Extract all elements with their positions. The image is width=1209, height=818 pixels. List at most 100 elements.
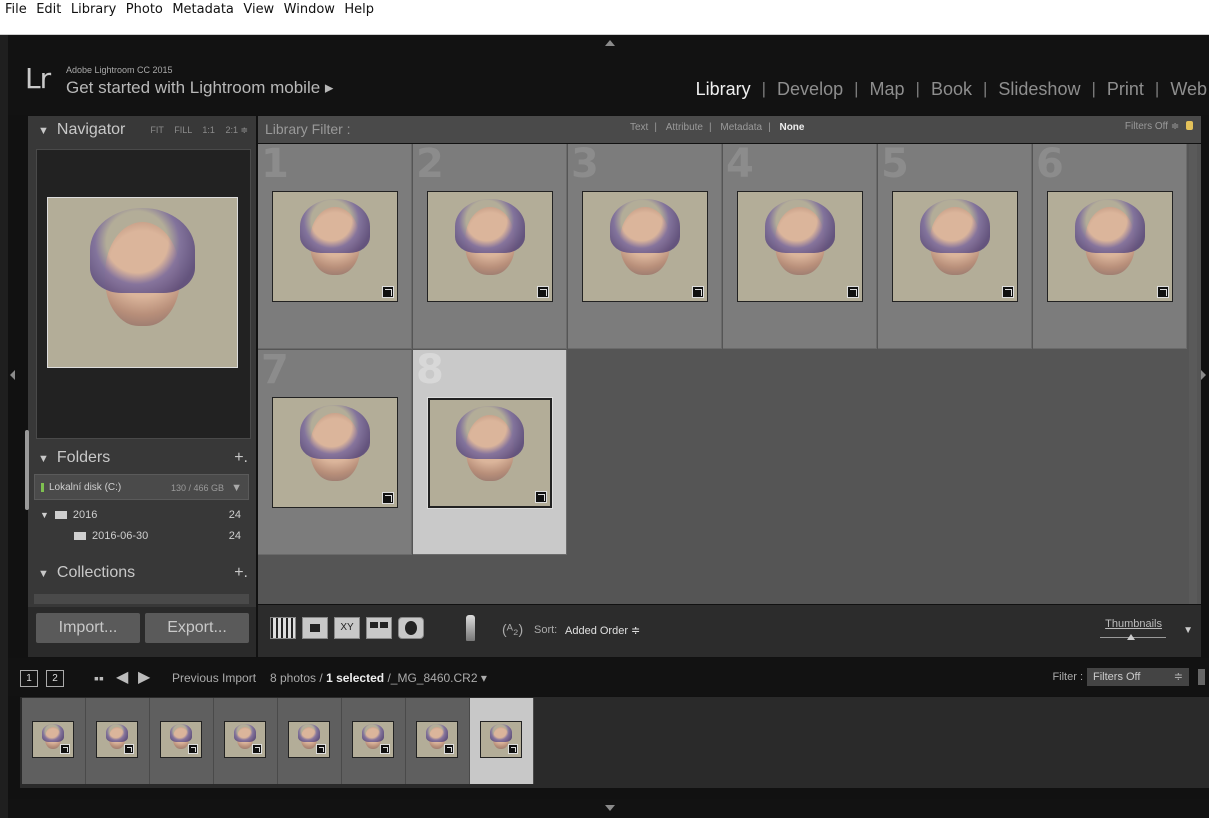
toolbar-content-dropdown-icon[interactable]: ▼ [1183, 625, 1193, 636]
collapse-filmstrip-icon[interactable] [605, 805, 615, 811]
filter-attribute[interactable]: Attribute [666, 122, 703, 133]
edited-badge-icon[interactable] [382, 492, 394, 504]
sort-direction-icon[interactable]: (ᴬ₂) [502, 621, 523, 637]
collapse-right-panel-icon[interactable] [1201, 370, 1206, 380]
menu-metadata[interactable]: Metadata [172, 0, 234, 20]
filter-metadata[interactable]: Metadata [720, 122, 762, 133]
import-export-bar: Import... Export... [28, 607, 256, 657]
loupe-view-icon[interactable] [302, 617, 328, 639]
grid-cell[interactable]: 1 [258, 141, 412, 349]
volume-dropdown-icon[interactable]: ▼ [231, 475, 242, 501]
edited-badge-icon[interactable] [1002, 286, 1014, 298]
filmstrip-thumb[interactable] [342, 698, 406, 784]
thumbnail[interactable] [272, 191, 398, 302]
compare-view-icon[interactable]: XY [334, 617, 360, 639]
left-panel-scrollbar[interactable] [25, 430, 29, 510]
module-web[interactable]: Web [1159, 79, 1209, 100]
folders-header[interactable]: ▼ Folders +. [28, 444, 256, 472]
filter-presets-dropdown[interactable]: Filters Off ≑ [1125, 121, 1193, 132]
edited-badge-icon[interactable] [847, 286, 859, 298]
folder-row[interactable]: 2016-06-30 24 [34, 526, 249, 546]
filmstrip-thumb[interactable] [278, 698, 342, 784]
filter-text[interactable]: Text [630, 122, 648, 133]
disclosure-triangle-icon: ▼ [38, 568, 49, 580]
lock-icon[interactable] [1186, 121, 1193, 130]
module-map[interactable]: Map [859, 79, 916, 100]
menu-library[interactable]: Library [71, 0, 116, 20]
grid-scrollbar[interactable] [1189, 144, 1197, 604]
navigator-preview[interactable] [36, 149, 251, 439]
add-collection-icon[interactable]: +. [234, 559, 248, 587]
zoom-fill[interactable]: FILL [174, 125, 192, 135]
thumbnail[interactable] [737, 191, 863, 302]
module-slideshow[interactable]: Slideshow [987, 79, 1091, 100]
thumbnail[interactable] [892, 191, 1018, 302]
menu-view[interactable]: View [243, 0, 274, 20]
forward-arrow-icon[interactable]: ▶ [138, 667, 150, 687]
collapse-left-panel-icon[interactable] [10, 370, 15, 380]
grid-cell[interactable]: 2 [413, 141, 567, 349]
grid-cell[interactable]: 7 [258, 347, 412, 555]
photo-count-info[interactable]: 8 photos / 1 selected /_MG_8460.CR2 ▾ [270, 671, 487, 685]
grid-view-icon[interactable] [270, 617, 296, 639]
filmstrip-filter-switch[interactable] [1198, 669, 1205, 685]
module-print[interactable]: Print [1096, 79, 1155, 100]
painter-spray-can-icon[interactable] [466, 615, 475, 641]
people-view-icon[interactable] [398, 617, 424, 639]
edited-badge-icon[interactable] [537, 286, 549, 298]
menu-file[interactable]: File [5, 0, 27, 20]
edited-badge-icon[interactable] [535, 491, 547, 503]
filmstrip-thumb[interactable] [214, 698, 278, 784]
back-arrow-icon[interactable]: ◀ [116, 667, 128, 687]
thumbnail[interactable] [582, 191, 708, 302]
primary-window-icon[interactable]: 1 [20, 670, 38, 687]
thumbnail-size-slider-handle[interactable] [1127, 634, 1135, 640]
edited-badge-icon[interactable] [1157, 286, 1169, 298]
module-library[interactable]: Library [685, 79, 762, 100]
filmstrip-thumb-selected[interactable] [470, 698, 534, 784]
volume-row[interactable]: Lokalní disk (C:) 130 / 466 GB ▼ [34, 474, 249, 500]
grid-view-shortcut-icon[interactable]: ▪▪ [94, 670, 104, 686]
menu-help[interactable]: Help [344, 0, 374, 20]
export-button[interactable]: Export... [145, 613, 249, 643]
filmstrip-thumb[interactable] [22, 698, 86, 784]
folder-expand-icon[interactable]: ▼ [40, 510, 49, 520]
zoom-2-1[interactable]: 2:1 ≑ [225, 125, 248, 135]
filmstrip-thumb[interactable] [150, 698, 214, 784]
edited-badge-icon[interactable] [692, 286, 704, 298]
survey-view-icon[interactable] [366, 617, 392, 639]
volume-name: Lokalní disk (C:) [49, 482, 122, 493]
grid-cell[interactable]: 5 [878, 141, 1032, 349]
import-button[interactable]: Import... [36, 613, 140, 643]
collections-header[interactable]: ▼ Collections +. [28, 559, 256, 587]
collapse-top-panel-icon[interactable] [605, 40, 615, 46]
menu-edit[interactable]: Edit [36, 0, 61, 20]
grid-cell[interactable]: 3 [568, 141, 722, 349]
zoom-fit[interactable]: FIT [150, 125, 163, 135]
filmstrip-thumb[interactable] [86, 698, 150, 784]
zoom-1-1[interactable]: 1:1 [202, 125, 215, 135]
module-develop[interactable]: Develop [766, 79, 854, 100]
filmstrip-thumb[interactable] [406, 698, 470, 784]
edited-badge-icon[interactable] [382, 286, 394, 298]
folder-row[interactable]: ▼ 2016 24 [34, 505, 249, 525]
grid-cell[interactable]: 6 [1033, 141, 1187, 349]
thumbnail[interactable] [272, 397, 398, 508]
menu-photo[interactable]: Photo [126, 0, 163, 20]
thumbnail[interactable] [427, 191, 553, 302]
sort-dropdown[interactable]: Added Order ≑ [565, 624, 640, 637]
filmstrip-filter-select[interactable]: Filters Off ≑ [1087, 668, 1189, 686]
grid-cell[interactable]: 4 [723, 141, 877, 349]
lightroom-mobile-link[interactable]: Get started with Lightroom mobile ▸ [66, 78, 333, 98]
grid-cell-selected[interactable]: 8 [413, 347, 567, 555]
thumbnail[interactable] [428, 398, 552, 508]
menu-window[interactable]: Window [284, 0, 335, 20]
filter-none[interactable]: None [779, 122, 804, 133]
navigator-header[interactable]: ▼ Navigator FIT FILL 1:1 2:1 ≑ [28, 116, 256, 144]
thumbnail[interactable] [1047, 191, 1173, 302]
source-previous-import[interactable]: Previous Import [172, 671, 256, 685]
collection-row[interactable] [34, 594, 249, 604]
module-book[interactable]: Book [920, 79, 983, 100]
secondary-window-icon[interactable]: 2 [46, 670, 64, 687]
add-folder-icon[interactable]: +. [234, 444, 248, 472]
